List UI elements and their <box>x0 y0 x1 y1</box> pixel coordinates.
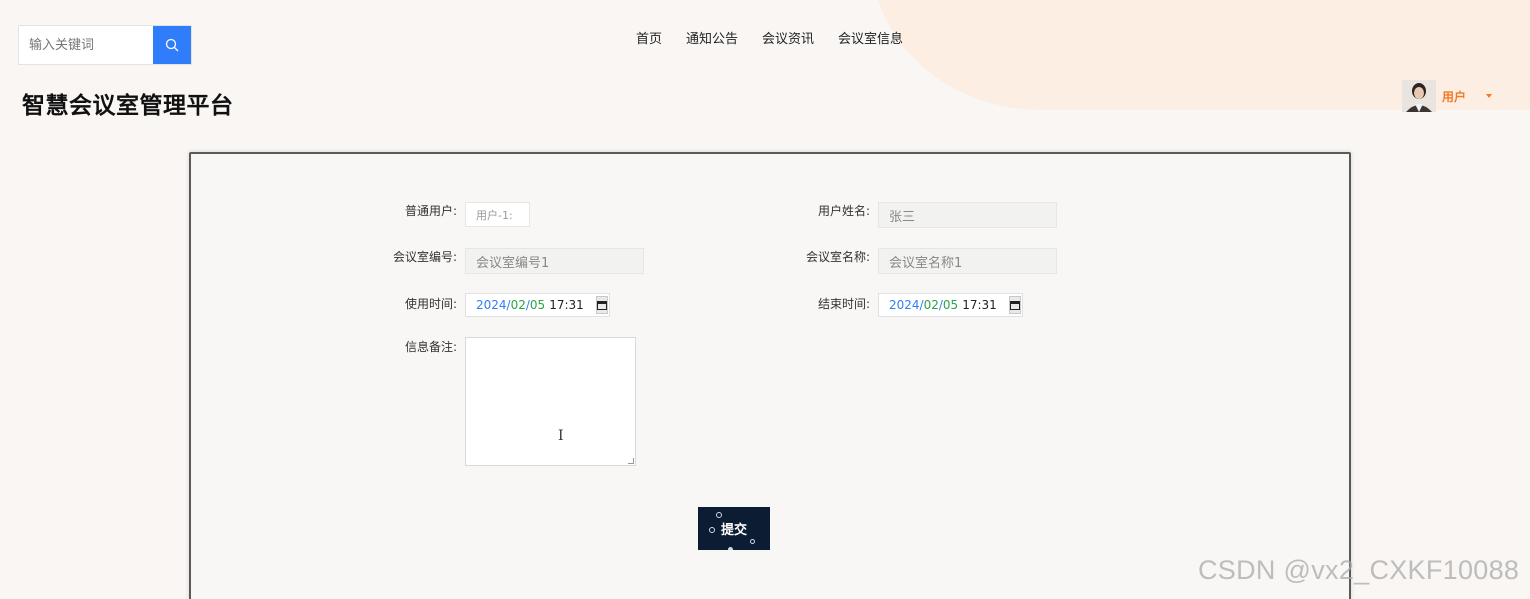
end-time-value: 17:31 <box>962 298 997 312</box>
chevron-down-icon <box>1486 94 1493 98</box>
nav-item-news[interactable]: 会议资讯 <box>762 31 814 49</box>
nav-item-room-info[interactable]: 会议室信息 <box>838 31 903 49</box>
room-name-label: 会议室名称: <box>805 250 870 264</box>
watermark: CSDN @vx2_CXKF10088 <box>1198 555 1520 585</box>
search-box <box>18 25 192 65</box>
nav-item-home[interactable]: 首页 <box>636 31 662 49</box>
start-day: 05 <box>529 298 546 312</box>
start-time-input[interactable]: 2024/02/05 17:31 <box>465 293 610 317</box>
bubble-decoration <box>750 539 755 544</box>
start-year: 2024 <box>476 298 507 312</box>
site-title: 智慧会议室管理平台 <box>22 93 234 119</box>
submit-button[interactable]: 提交 <box>698 507 770 550</box>
user-name-field[interactable]: 张三 <box>878 202 1057 228</box>
user-menu[interactable]: 用户 <box>1402 80 1493 112</box>
calendar-icon[interactable] <box>595 296 608 314</box>
end-time-input[interactable]: 2024/02/05 17:31 <box>878 293 1023 317</box>
end-month: 02 <box>923 298 939 312</box>
room-number-label: 会议室编号: <box>392 250 457 264</box>
end-time-label: 结束时间: <box>817 297 870 311</box>
calendar-icon[interactable] <box>1008 296 1021 314</box>
room-number-field[interactable]: 会议室编号1 <box>465 248 644 274</box>
remark-label: 信息备注: <box>404 340 457 354</box>
nav-item-notices[interactable]: 通知公告 <box>686 31 738 49</box>
user-name-label: 用户姓名: <box>817 204 870 218</box>
normal-user-field[interactable]: 用户-1: <box>465 202 530 227</box>
form-card <box>189 152 1351 599</box>
remark-textarea[interactable] <box>465 337 636 466</box>
room-name-field[interactable]: 会议室名称1 <box>878 248 1057 274</box>
avatar <box>1402 80 1436 112</box>
main-nav: 首页 通知公告 会议资讯 会议室信息 <box>636 31 903 49</box>
end-year: 2024 <box>889 298 920 312</box>
text-cursor-icon: I <box>558 428 564 444</box>
search-icon <box>165 38 179 52</box>
resize-handle-icon[interactable] <box>628 458 634 464</box>
start-time-value: 17:31 <box>549 298 584 312</box>
bubble-decoration <box>728 547 733 550</box>
start-month: 02 <box>510 298 526 312</box>
user-name: 用户 <box>1442 89 1467 104</box>
bubble-decoration <box>716 512 722 518</box>
submit-label: 提交 <box>720 523 747 538</box>
search-button[interactable] <box>153 26 191 64</box>
bubble-decoration <box>709 527 715 533</box>
end-day: 05 <box>942 298 959 312</box>
search-input[interactable] <box>19 26 153 64</box>
start-time-label: 使用时间: <box>404 297 457 311</box>
normal-user-label: 普通用户: <box>404 204 457 218</box>
